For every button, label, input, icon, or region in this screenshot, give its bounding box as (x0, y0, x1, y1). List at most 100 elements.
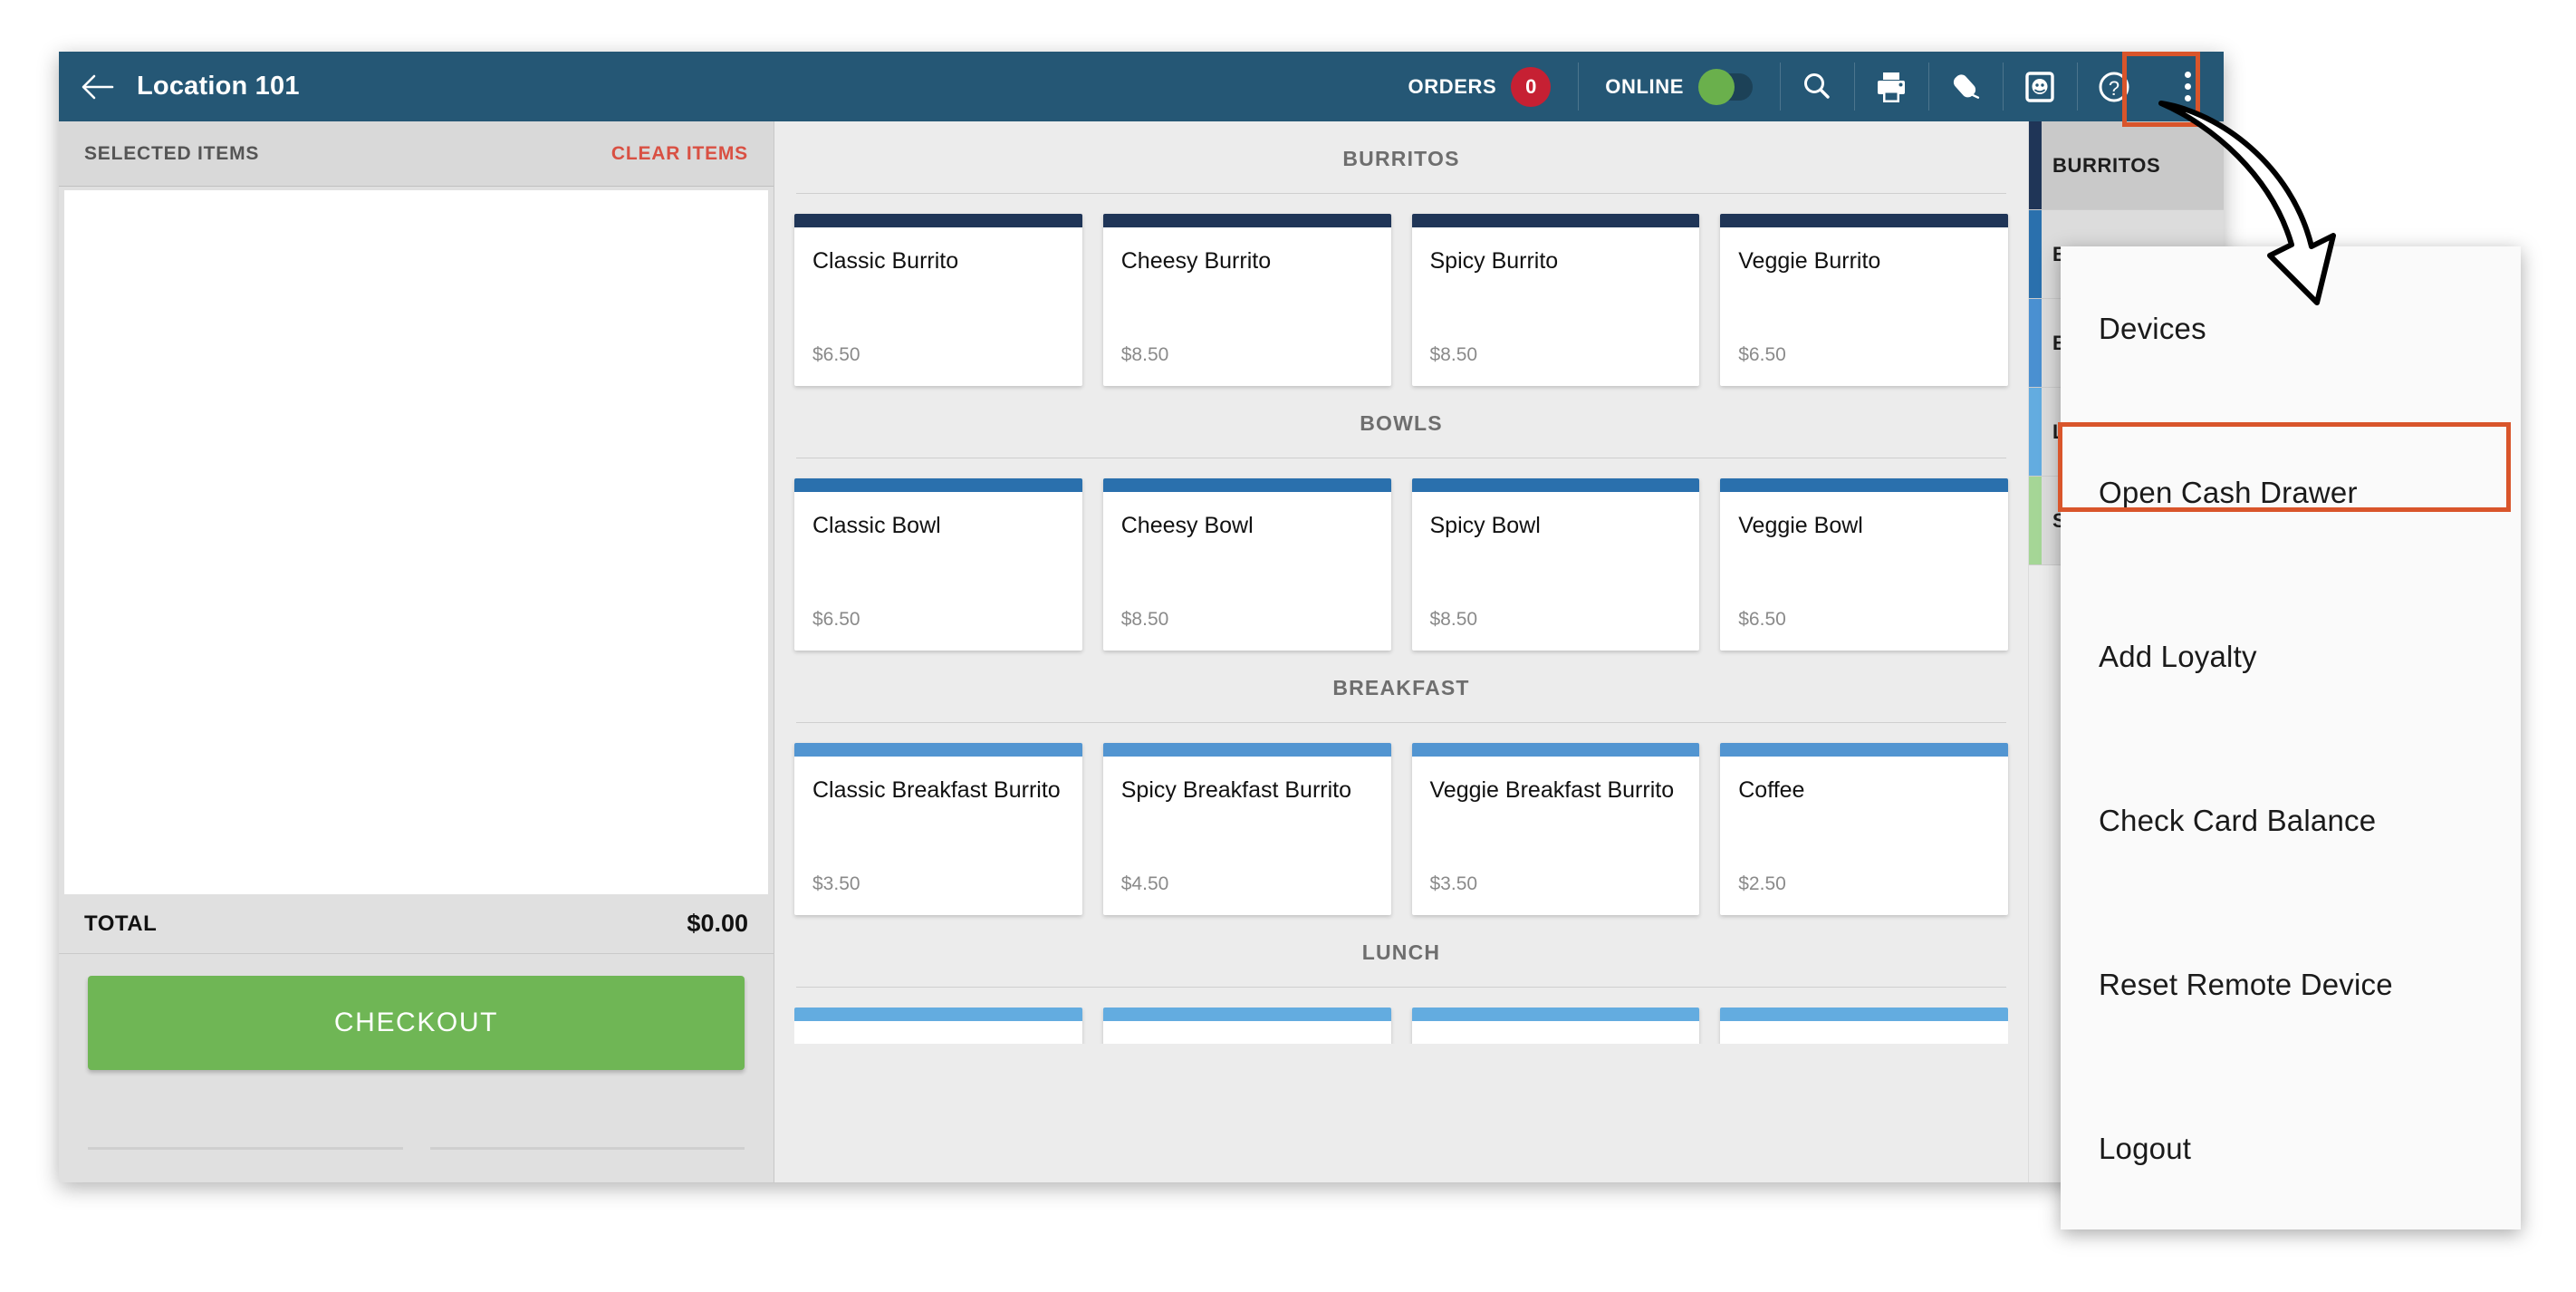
online-toggle[interactable]: ONLINE (1578, 52, 1780, 121)
category-color-bar (2029, 388, 2042, 476)
menu-item-card[interactable]: Cheesy Burrito $8.50 (1102, 214, 1391, 386)
card-accent-stripe (1102, 743, 1391, 757)
print-button[interactable] (1854, 52, 1928, 121)
menu-item-price: $8.50 (1429, 609, 1478, 630)
online-switch[interactable] (1698, 68, 1753, 105)
menu-item-card[interactable] (1411, 1008, 1700, 1044)
section-title-burritos: BURRITOS (1342, 147, 1460, 170)
app-body: SELECTED ITEMS CLEAR ITEMS TOTAL $0.00 C… (59, 121, 2224, 1182)
total-label: TOTAL (84, 911, 158, 936)
card-accent-stripe (794, 478, 1082, 492)
menu-item-card[interactable]: Coffee $2.50 (1720, 743, 2008, 915)
overflow-menu-button[interactable] (2151, 52, 2224, 121)
category-color-bar (2029, 210, 2042, 298)
menu-item-name: Veggie Breakfast Burrito (1429, 777, 1675, 803)
menu-option-devices[interactable]: Devices (2061, 246, 2521, 410)
customer-display-icon (2025, 71, 2054, 102)
menu-item-card[interactable]: Spicy Breakfast Burrito $4.50 (1102, 743, 1391, 915)
online-label: ONLINE (1605, 74, 1684, 98)
menu-item-card[interactable]: Classic Breakfast Burrito $3.50 (794, 743, 1082, 915)
menu-item-card[interactable]: Veggie Burrito $6.50 (1720, 214, 2008, 386)
menu-item-name: Classic Breakfast Burrito (812, 777, 1061, 803)
orders-label: ORDERS (1408, 74, 1497, 98)
overflow-menu-icon (2184, 72, 2191, 101)
menu-option-logout[interactable]: Logout (2061, 1066, 2521, 1230)
page-title: Location 101 (137, 72, 300, 101)
menu-item-name: Cheesy Burrito (1120, 248, 1272, 274)
screenshot-root: Location 101 ORDERS 0 ONLINE ? SELECTED … (0, 0, 2576, 1292)
card-accent-stripe (794, 214, 1082, 227)
clear-items-button[interactable]: CLEAR ITEMS (611, 143, 748, 165)
section-cards-lunch (794, 1008, 2008, 1044)
category-color-bar (2029, 477, 2042, 564)
menu-option-add-loyalty[interactable]: Add Loyalty (2061, 574, 2521, 738)
cart-panel: SELECTED ITEMS CLEAR ITEMS TOTAL $0.00 C… (59, 121, 774, 1182)
back-button[interactable] (59, 52, 137, 121)
card-accent-stripe (1720, 1008, 2008, 1021)
section-title-breakfast: BREAKFAST (1332, 676, 1470, 699)
menu-item-card[interactable] (1102, 1008, 1391, 1044)
menu-item-name: Spicy Burrito (1429, 248, 1559, 274)
menu-item-price: $2.50 (1738, 873, 1786, 894)
section-title-lunch: LUNCH (1361, 940, 1441, 964)
tag-button[interactable] (1928, 52, 2003, 121)
menu-item-price: $6.50 (812, 344, 860, 365)
cart-footer-dividers (88, 1147, 745, 1150)
section-cards-burritos: Classic Burrito $6.50 Cheesy Burrito $8.… (794, 214, 2008, 386)
menu-option-open-cash-drawer[interactable]: Open Cash Drawer (2061, 410, 2521, 574)
cart-items-list[interactable] (64, 190, 768, 894)
total-amount: $0.00 (687, 910, 748, 937)
menu-item-card[interactable] (794, 1008, 1082, 1044)
card-accent-stripe (1720, 743, 2008, 757)
menu-option-reset-remote-device[interactable]: Reset Remote Device (2061, 902, 2521, 1066)
menu-item-price: $6.50 (1738, 609, 1786, 630)
menu-item-price: $3.50 (812, 873, 860, 894)
menu-item-card[interactable]: Spicy Bowl $8.50 (1411, 478, 1700, 651)
category-item-burritos[interactable]: BURRITOS (2029, 121, 2224, 210)
card-accent-stripe (794, 1008, 1082, 1021)
menu-item-card[interactable]: Cheesy Bowl $8.50 (1102, 478, 1391, 651)
menu-item-card[interactable]: Classic Bowl $6.50 (794, 478, 1082, 651)
menu-item-card[interactable]: Veggie Bowl $6.50 (1720, 478, 2008, 651)
customer-display-button[interactable] (2003, 52, 2077, 121)
card-accent-stripe (1411, 1008, 1700, 1021)
card-accent-stripe (1411, 478, 1700, 492)
help-button[interactable]: ? (2077, 52, 2151, 121)
menu-grid[interactable]: BURRITOS Classic Burrito $6.50 Cheesy Bu… (774, 121, 2028, 1182)
menu-item-price: $8.50 (1429, 344, 1478, 365)
menu-item-price: $6.50 (1738, 344, 1786, 365)
cart-footer: CHECKOUT (59, 954, 774, 1182)
menu-item-price: $8.50 (1120, 344, 1169, 365)
pos-app-window: Location 101 ORDERS 0 ONLINE ? SELECTED … (59, 52, 2224, 1182)
menu-item-card[interactable]: Veggie Breakfast Burrito $3.50 (1411, 743, 1700, 915)
menu-item-price: $6.50 (812, 609, 860, 630)
menu-item-price: $8.50 (1120, 609, 1169, 630)
menu-item-price: $4.50 (1120, 873, 1169, 894)
menu-item-name: Cheesy Bowl (1120, 513, 1254, 538)
checkout-button[interactable]: CHECKOUT (88, 976, 745, 1070)
menu-item-name: Veggie Burrito (1738, 248, 1881, 274)
card-accent-stripe (1720, 478, 2008, 492)
category-color-bar (2029, 299, 2042, 387)
card-accent-stripe (1411, 743, 1700, 757)
section-cards-breakfast: Classic Breakfast Burrito $3.50 Spicy Br… (794, 743, 2008, 915)
printer-icon (1878, 72, 1905, 102)
menu-option-check-card-balance[interactable]: Check Card Balance (2061, 738, 2521, 902)
orders-button[interactable]: ORDERS 0 (1381, 52, 1579, 121)
search-icon (1804, 72, 1830, 99)
menu-item-name: Classic Bowl (812, 513, 941, 538)
overflow-dropdown-menu[interactable]: Devices Open Cash Drawer Add Loyalty Che… (2061, 246, 2521, 1229)
tag-icon (1953, 73, 1980, 99)
menu-item-card[interactable] (1720, 1008, 2008, 1044)
card-accent-stripe (1720, 214, 2008, 227)
search-button[interactable] (1780, 52, 1854, 121)
section-title-bowls: BOWLS (1360, 411, 1443, 435)
menu-item-name: Veggie Bowl (1738, 513, 1863, 538)
menu-item-card[interactable]: Classic Burrito $6.50 (794, 214, 1082, 386)
menu-item-card[interactable]: Spicy Burrito $8.50 (1411, 214, 1700, 386)
cart-header: SELECTED ITEMS CLEAR ITEMS (59, 121, 774, 187)
menu-item-name: Coffee (1738, 777, 1805, 803)
orders-count-badge: 0 (1511, 66, 1552, 107)
category-label: BURRITOS (2052, 153, 2161, 177)
back-arrow-icon (82, 74, 114, 99)
